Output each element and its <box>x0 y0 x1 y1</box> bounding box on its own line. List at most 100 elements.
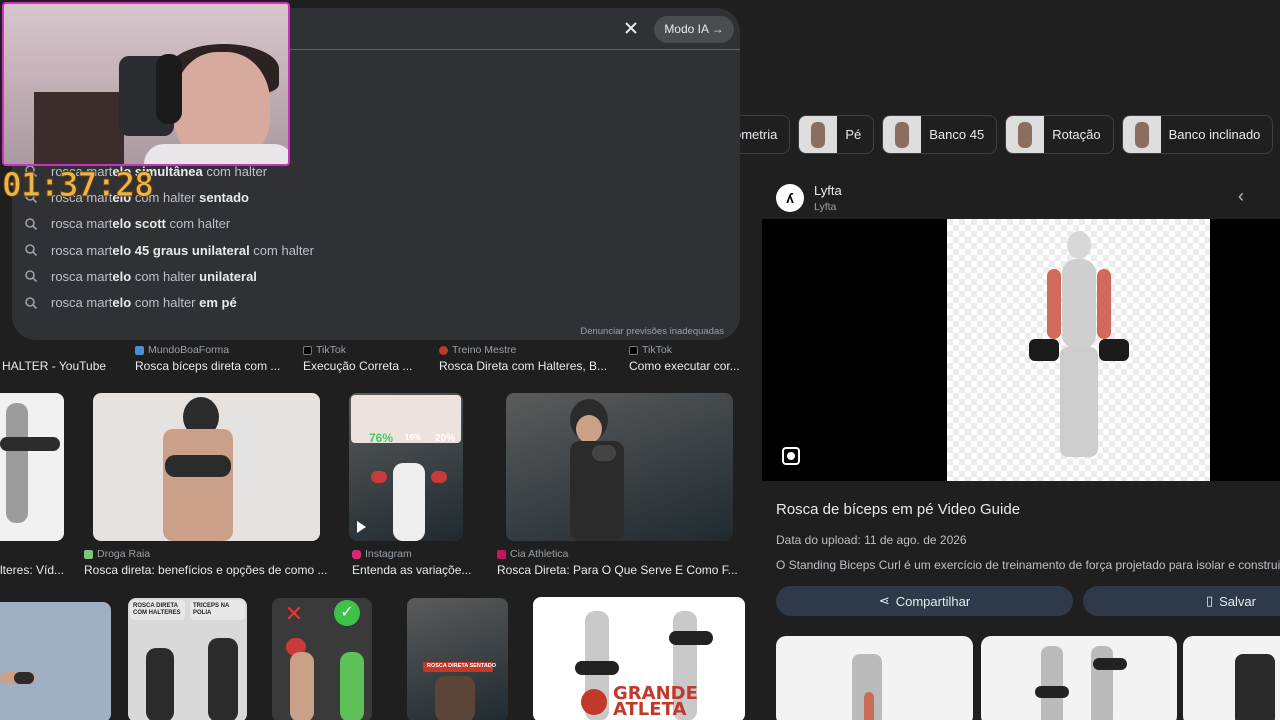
dumbbell-icon <box>592 445 616 461</box>
close-icon <box>625 22 637 34</box>
clear-search-button[interactable] <box>620 18 642 40</box>
chip-thumbnail <box>799 116 838 153</box>
site-favicon-icon <box>135 345 144 355</box>
site-favicon-icon <box>497 549 506 559</box>
arrow-right-icon: → <box>711 22 724 36</box>
image-results-grid: HALTER - YouTube MundoBoaForma Rosca bíc… <box>0 340 760 720</box>
google-lens-icon[interactable] <box>782 447 800 465</box>
chip-ometria[interactable]: ometria <box>732 115 791 154</box>
result-image[interactable]: ✕ ✓ <box>272 598 372 720</box>
share-button[interactable]: ⋖ Compartilhar <box>776 586 1073 616</box>
chip-rotacao[interactable]: Rotação <box>1005 115 1114 154</box>
check-icon: ✓ <box>334 600 360 626</box>
preview-title[interactable]: Rosca de bíceps em pé Video Guide <box>776 501 1020 518</box>
result-image[interactable]: ROSCA DIRETA COM HALTERES TRICEPS NA POL… <box>128 598 247 720</box>
suggestion-fragment: rosca mart <box>51 295 113 311</box>
result-caption[interactable]: lteres: Víd... <box>0 563 75 577</box>
tiktok-icon <box>629 345 638 355</box>
play-icon <box>357 521 366 533</box>
suggestion-text: rosca martelo scott com halter <box>51 216 230 231</box>
result-image[interactable] <box>93 393 320 541</box>
source-name: Droga Raia <box>97 548 151 560</box>
site-favicon-icon <box>439 345 448 355</box>
result-caption[interactable]: Rosca Direta: Para O Que Serve E Como F.… <box>497 563 742 577</box>
suggestion-fragment: com halter <box>131 295 200 311</box>
save-button[interactable]: ▯ Salvar <box>1083 586 1280 616</box>
search-icon <box>25 244 38 257</box>
source-name: TikTok <box>316 344 346 356</box>
brand-wordmark: GRANDE ATLETA <box>613 685 698 719</box>
result-image[interactable] <box>506 393 733 541</box>
preview-image[interactable] <box>762 219 1280 481</box>
preview-canvas <box>947 219 1210 481</box>
athlete-figure <box>146 648 174 720</box>
share-icon: ⋖ <box>878 593 890 608</box>
suggestion-fragment: rosca mart <box>51 268 113 284</box>
suggestion-item[interactable]: rosca martelo scott com halter <box>12 211 740 237</box>
thumb-percent-c: 20% <box>435 433 456 444</box>
chip-banco-inclinado[interactable]: Banco inclinado <box>1121 115 1274 154</box>
dumbbell-icon <box>201 459 227 475</box>
dumbbell-icon <box>669 631 713 645</box>
chip-banco-45[interactable]: Banco 45 <box>882 115 998 154</box>
related-image[interactable] <box>981 636 1177 720</box>
result-source: Droga Raia <box>84 548 150 560</box>
suggestion-item[interactable]: rosca martelo com halter em pé <box>12 289 740 315</box>
suggestion-fragment: rosca mart <box>51 242 113 258</box>
result-image[interactable] <box>0 602 111 720</box>
suggestion-text: rosca martelo com halter em pé <box>51 295 237 310</box>
cross-icon: ✕ <box>284 601 304 626</box>
stream-timer: 01:37:28 <box>2 165 155 205</box>
related-image[interactable] <box>776 636 973 720</box>
suggestion-fragment: com halter <box>165 216 231 232</box>
dumbbell-icon <box>1029 339 1059 361</box>
source-name: Treino Mestre <box>452 344 517 356</box>
search-icon <box>25 217 38 230</box>
result-caption[interactable]: Rosca direta: benefícios e opções de com… <box>84 563 329 577</box>
result-image[interactable] <box>0 393 64 541</box>
result-caption[interactable]: Entenda as variaçõe... <box>352 563 476 577</box>
back-button[interactable]: ‹ <box>1238 186 1244 207</box>
result-caption[interactable]: Como executar cor... <box>629 359 744 373</box>
dumbbell-icon <box>431 471 447 483</box>
result-video[interactable]: 76% 16% 20% <box>349 393 463 541</box>
suggestion-text: rosca martelo com halter unilateral <box>51 269 257 284</box>
report-predictions-link[interactable]: Denunciar previsões inadequadas <box>580 326 724 337</box>
athlete-figure <box>340 652 364 720</box>
figure-right-arm <box>1097 269 1111 339</box>
result-image[interactable]: GRANDE ATLETA <box>533 597 745 720</box>
result-caption[interactable]: Execução Correta ... <box>303 359 418 373</box>
result-image[interactable]: ROSCA DIRETA SENTADO <box>407 598 508 720</box>
result-source: Cia Athletica <box>497 548 568 560</box>
suggestion-highlight: elo 45 graus unilateral <box>112 242 250 258</box>
thumb-tag-text: TRICEPS NA POLIA <box>193 603 230 616</box>
chip-label: Rotação <box>1052 127 1101 142</box>
dumbbell-icon <box>575 661 619 675</box>
result-caption[interactable]: Rosca Direta com Halteres, B... <box>439 359 614 373</box>
result-caption[interactable]: HALTER - YouTube <box>2 359 127 373</box>
suggestion-item[interactable]: rosca martelo 45 graus unilateral com ha… <box>12 237 740 263</box>
suggestion-fragment: com halter <box>131 268 200 284</box>
ai-mode-label: Modo IA <box>664 22 709 36</box>
preview-description: O Standing Biceps Curl é um exercício de… <box>776 558 1280 572</box>
result-source: Treino Mestre <box>439 344 516 356</box>
exercise-figure <box>1235 654 1275 720</box>
dumbbell-icon <box>0 437 60 451</box>
search-icon <box>25 270 38 283</box>
chip-pe[interactable]: Pé <box>798 115 875 154</box>
figure-head <box>1067 231 1091 259</box>
suggestion-highlight: unilateral <box>199 268 257 284</box>
result-caption[interactable]: Rosca bíceps direta com ... <box>135 359 285 373</box>
webcam-background-shelf <box>34 92 124 164</box>
ai-mode-button[interactable]: Modo IA → <box>654 16 734 43</box>
related-image[interactable] <box>1183 636 1280 720</box>
dumbbell-icon <box>1099 339 1129 361</box>
tiktok-icon <box>303 345 312 355</box>
instagram-icon <box>352 549 361 559</box>
figure-legs <box>1060 347 1098 457</box>
thumb-tag: TRICEPS NA POLIA <box>190 600 245 620</box>
site-logo[interactable]: ʎ <box>776 184 804 212</box>
thumb-tag-text: ROSCA DIRETA COM HALTERES <box>133 603 181 616</box>
site-name[interactable]: Lyfta <box>814 183 842 198</box>
suggestion-item[interactable]: rosca martelo com halter unilateral <box>12 263 740 289</box>
